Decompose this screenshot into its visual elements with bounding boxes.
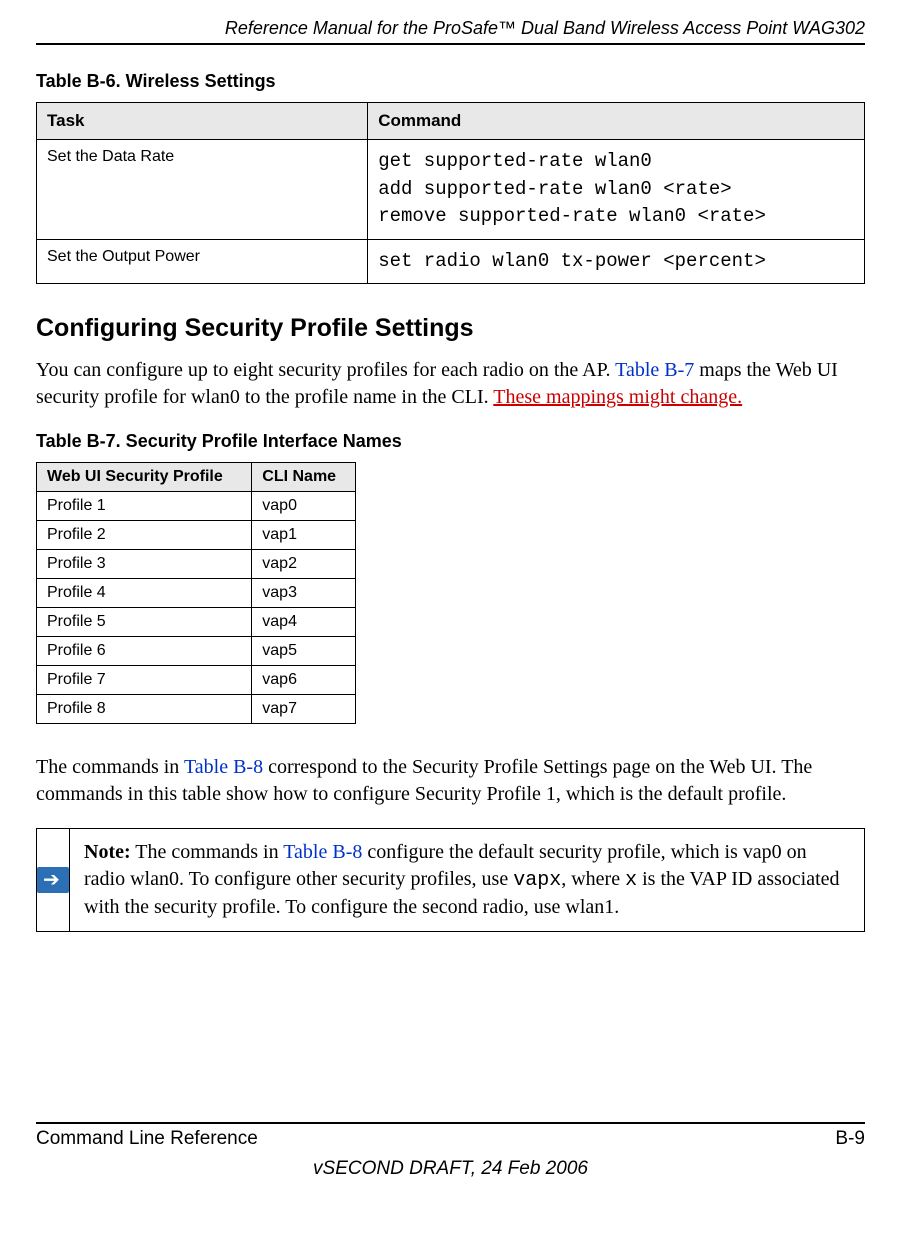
tbl6-header-command: Command bbox=[368, 103, 865, 140]
footer-page-number: B-9 bbox=[835, 1128, 865, 1150]
tbl6-task: Set the Data Rate bbox=[37, 140, 368, 240]
section-heading: Configuring Security Profile Settings bbox=[36, 314, 865, 343]
page-footer: Command Line Reference B-9 vSECOND DRAFT… bbox=[36, 1122, 865, 1180]
table-b7-caption: Table B-7. Security Profile Interface Na… bbox=[36, 431, 865, 452]
revision-mark: These mappings might change. bbox=[493, 386, 742, 408]
link-table-b8[interactable]: Table B-8 bbox=[184, 756, 263, 778]
table-b6: Task Command Set the Data Rate get suppo… bbox=[36, 102, 865, 284]
paragraph-1: You can configure up to eight security p… bbox=[36, 357, 865, 411]
tbl6-command: get supported-rate wlan0 add supported-r… bbox=[368, 140, 865, 240]
link-table-b7[interactable]: Table B-7 bbox=[615, 359, 694, 381]
running-header: Reference Manual for the ProSafe™ Dual B… bbox=[36, 18, 865, 45]
note-icon-cell bbox=[37, 829, 70, 931]
table-row: Profile 7vap6 bbox=[37, 666, 356, 695]
link-table-b8-note[interactable]: Table B-8 bbox=[283, 841, 362, 863]
footer-section: Command Line Reference bbox=[36, 1128, 258, 1150]
tbl7-header-cli: CLI Name bbox=[252, 463, 356, 492]
table-row: Profile 5vap4 bbox=[37, 608, 356, 637]
table-row: Set the Data Rate get supported-rate wla… bbox=[37, 140, 865, 240]
table-row: Profile 1vap0 bbox=[37, 492, 356, 521]
table-row: Profile 8vap7 bbox=[37, 695, 356, 724]
tbl7-header-profile: Web UI Security Profile bbox=[37, 463, 252, 492]
table-row: Set the Output Power set radio wlan0 tx-… bbox=[37, 239, 865, 284]
table-row: Profile 3vap2 bbox=[37, 550, 356, 579]
table-row: Profile 2vap1 bbox=[37, 521, 356, 550]
note-text: Note: The commands in Table B-8 configur… bbox=[70, 829, 864, 931]
paragraph-2: The commands in Table B-8 correspond to … bbox=[36, 754, 865, 808]
tbl6-task: Set the Output Power bbox=[37, 239, 368, 284]
note-box: Note: The commands in Table B-8 configur… bbox=[36, 828, 865, 932]
footer-draft-stamp: vSECOND DRAFT, 24 Feb 2006 bbox=[36, 1158, 865, 1180]
arrow-right-icon bbox=[37, 867, 69, 893]
table-b7: Web UI Security Profile CLI Name Profile… bbox=[36, 462, 356, 724]
table-row: Profile 6vap5 bbox=[37, 637, 356, 666]
tbl6-header-task: Task bbox=[37, 103, 368, 140]
table-row: Profile 4vap3 bbox=[37, 579, 356, 608]
table-b6-caption: Table B-6. Wireless Settings bbox=[36, 71, 865, 92]
tbl6-command: set radio wlan0 tx-power <percent> bbox=[368, 239, 865, 284]
